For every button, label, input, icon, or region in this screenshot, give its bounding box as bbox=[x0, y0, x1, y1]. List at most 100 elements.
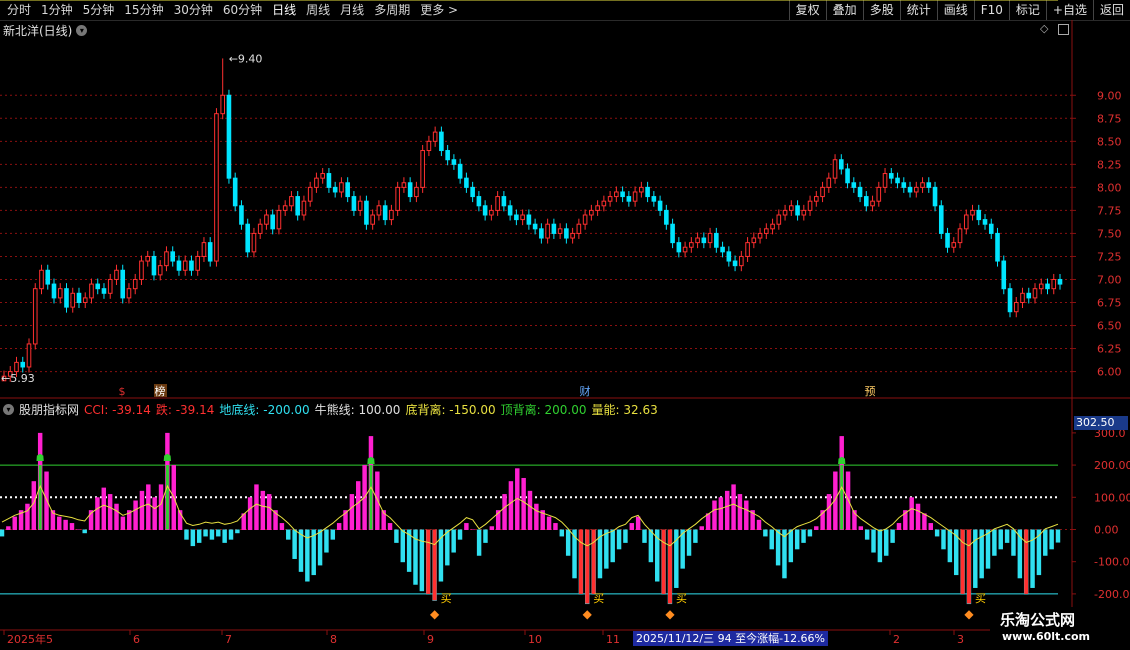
cci-bar bbox=[801, 529, 806, 543]
candle-body bbox=[938, 205, 944, 234]
candle-body bbox=[89, 283, 94, 299]
candle-body bbox=[707, 232, 713, 244]
candle-body bbox=[664, 209, 669, 225]
die-value: 跌: -39.14 bbox=[155, 403, 215, 417]
candle-body bbox=[26, 343, 32, 368]
top-signal-bar bbox=[38, 465, 42, 530]
date-axis-label: 8 bbox=[330, 633, 337, 646]
candle-body bbox=[888, 173, 894, 179]
cci-bar bbox=[864, 529, 870, 540]
cci-bar bbox=[718, 497, 724, 530]
candle-body bbox=[676, 242, 682, 253]
price-axis-label: 6.50 bbox=[1097, 320, 1122, 333]
candle-body bbox=[857, 186, 863, 198]
candle-body bbox=[814, 196, 819, 202]
candle-body bbox=[32, 288, 38, 345]
candle-body bbox=[151, 255, 157, 276]
candle-body bbox=[501, 196, 507, 207]
candle-body bbox=[51, 283, 57, 299]
candle-body bbox=[314, 177, 319, 188]
candle-body bbox=[782, 209, 788, 216]
candle-body bbox=[214, 113, 219, 262]
chart-canvas[interactable]: 9.00 8.75 8.50 8.25 8.00 7.75 7.50 7.25 7.00 6.75… bbox=[0, 0, 1130, 650]
date-tooltip: 2025/11/12/三 94 至今涨幅-12.66% bbox=[633, 631, 829, 646]
candle-body bbox=[695, 237, 700, 244]
candle-body bbox=[332, 186, 338, 193]
cci-bar bbox=[254, 484, 259, 530]
bottom-signal-bar bbox=[578, 529, 583, 594]
date-axis-label: 7 bbox=[225, 633, 232, 646]
candle-body bbox=[670, 223, 675, 244]
candle-body bbox=[557, 228, 563, 234]
cci-bar bbox=[152, 497, 157, 530]
candle-body bbox=[1038, 283, 1044, 290]
candle-body bbox=[913, 186, 919, 193]
low-price-label: ←5.93 bbox=[1, 372, 35, 385]
candle-body bbox=[64, 288, 69, 308]
cci-bar bbox=[858, 526, 864, 530]
cci-bar bbox=[107, 494, 113, 530]
candle-body bbox=[114, 269, 119, 280]
top-div-value: 顶背离: 200.00 bbox=[500, 403, 587, 417]
candle-body bbox=[439, 131, 444, 152]
cci-bar bbox=[133, 500, 138, 530]
candle-body bbox=[839, 159, 844, 170]
cci-bar bbox=[457, 529, 463, 540]
date-axis-label: 11 bbox=[606, 633, 620, 646]
ind-axis-label: 0.00 bbox=[1094, 523, 1119, 536]
cci-bar bbox=[737, 494, 743, 530]
cci-bar bbox=[146, 484, 151, 530]
candle-body bbox=[132, 278, 138, 290]
candle-body bbox=[264, 214, 269, 225]
buy-label: 买 bbox=[975, 592, 986, 605]
top-signal-icon: ☗ bbox=[366, 456, 375, 467]
candle-body bbox=[95, 283, 101, 290]
top-signal-icon: ☗ bbox=[163, 453, 172, 464]
bottom-signal-bar bbox=[661, 529, 666, 594]
event-marker: 榜 bbox=[155, 384, 166, 398]
candle-body bbox=[595, 205, 600, 211]
candle-body bbox=[751, 237, 757, 244]
cci-bar bbox=[95, 497, 100, 530]
cci-bar bbox=[76, 529, 81, 530]
candle-body bbox=[14, 361, 19, 373]
cci-bar bbox=[934, 529, 940, 537]
cci-bar bbox=[1004, 529, 1010, 543]
bull-bear-value: 牛熊线: 100.00 bbox=[314, 403, 401, 417]
candle-body bbox=[720, 246, 725, 253]
candle-body bbox=[932, 186, 938, 207]
candle-body bbox=[182, 260, 188, 271]
price-axis-label: 8.75 bbox=[1097, 112, 1122, 125]
cci-bar bbox=[992, 529, 997, 556]
price-axis-label: 8.25 bbox=[1097, 158, 1122, 171]
cci-bar bbox=[394, 529, 399, 543]
bottom-signal-bar bbox=[585, 529, 590, 604]
cci-bar bbox=[25, 503, 30, 530]
candle-body bbox=[45, 269, 51, 285]
candle-body bbox=[220, 94, 225, 115]
cci-bar bbox=[451, 529, 456, 553]
candle-body bbox=[139, 260, 144, 280]
cci-bar bbox=[807, 529, 813, 537]
candle-body bbox=[514, 214, 519, 221]
cci-bar bbox=[731, 484, 736, 530]
cci-bar bbox=[6, 526, 11, 530]
indicator-settings-icon[interactable]: ▾ bbox=[3, 404, 14, 415]
cci-bar bbox=[1030, 529, 1035, 588]
cci-bar bbox=[922, 513, 927, 530]
price-axis-label: 8.00 bbox=[1097, 181, 1122, 194]
indicator-name[interactable]: 股朋指标网 bbox=[19, 401, 79, 418]
price-axis-label: 9.00 bbox=[1097, 89, 1122, 102]
candle-body bbox=[482, 205, 488, 216]
cci-bar bbox=[546, 516, 552, 530]
cci-bar bbox=[769, 529, 774, 550]
cci-bar bbox=[616, 529, 622, 550]
candle-body bbox=[307, 186, 313, 202]
candle-body bbox=[726, 251, 732, 262]
candle-body bbox=[20, 361, 26, 368]
bottom-signal-bar bbox=[426, 529, 431, 594]
cci-bar bbox=[44, 471, 49, 530]
candle-body bbox=[326, 173, 332, 188]
candle-body bbox=[39, 269, 44, 290]
price-axis-label: 8.50 bbox=[1097, 135, 1122, 148]
